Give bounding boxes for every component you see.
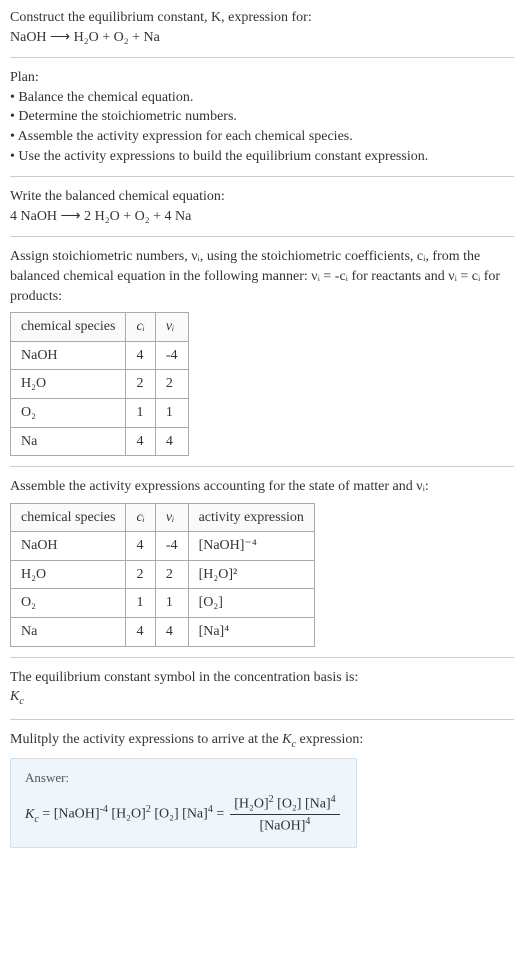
cell-activity: [O₂] (188, 589, 314, 618)
cell-ci: 2 (126, 560, 155, 589)
cell-species: Na (11, 618, 126, 647)
cell-species: NaOH (11, 341, 126, 370)
activity-label: Assemble the activity expressions accoun… (10, 477, 514, 497)
balanced-eq: 4 NaOH ⟶ 2 H₂O + O₂ + 4 Na (10, 207, 514, 227)
divider (10, 236, 514, 237)
cell-vi: -4 (155, 341, 188, 370)
cell-species: NaOH (11, 532, 126, 561)
divider (10, 57, 514, 58)
cell-activity: [Na]⁴ (188, 618, 314, 647)
intro-line1: Construct the equilibrium constant, K, e… (10, 8, 514, 28)
balanced-section: Write the balanced chemical equation: 4 … (10, 187, 514, 226)
table-header-row: chemical species cᵢ νᵢ activity expressi… (11, 503, 315, 532)
cell-vi: 4 (155, 427, 188, 456)
intro-eq: NaOH ⟶ H₂O + O₂ + Na (10, 28, 514, 48)
cell-species: O₂ (11, 398, 126, 427)
answer-title: Answer: (25, 769, 342, 787)
cell-species: H₂O (11, 560, 126, 589)
cell-vi: 2 (155, 370, 188, 399)
answer-box: Answer: Kc = [NaOH]-4 [H₂O]2 [O₂] [Na]4 … (10, 758, 357, 848)
answer-fraction: [H₂O]2 [O₂] [Na]4 [NaOH]4 (230, 793, 339, 837)
table-row: NaOH 4 -4 [NaOH]⁻⁴ (11, 532, 315, 561)
divider (10, 466, 514, 467)
header-vi: νᵢ (155, 313, 188, 342)
symbol-kc: Kc (10, 687, 514, 709)
cell-ci: 4 (126, 618, 155, 647)
activity-table: chemical species cᵢ νᵢ activity expressi… (10, 503, 315, 647)
symbol-label: The equilibrium constant symbol in the c… (10, 668, 514, 688)
symbol-section: The equilibrium constant symbol in the c… (10, 668, 514, 709)
table-row: O₂ 1 1 (11, 398, 189, 427)
cell-ci: 2 (126, 370, 155, 399)
cell-species: O₂ (11, 589, 126, 618)
stoich-table: chemical species cᵢ νᵢ NaOH 4 -4 H₂O 2 2… (10, 312, 189, 456)
divider (10, 719, 514, 720)
answer-denominator: [NaOH]4 (230, 815, 339, 836)
cell-vi: 1 (155, 589, 188, 618)
cell-species: H₂O (11, 370, 126, 399)
plan-item-1: • Determine the stoichiometric numbers. (10, 107, 514, 127)
cell-ci: 4 (126, 532, 155, 561)
table-row: Na 4 4 [Na]⁴ (11, 618, 315, 647)
table-row: H₂O 2 2 (11, 370, 189, 399)
header-ci: cᵢ (126, 503, 155, 532)
table-row: Na 4 4 (11, 427, 189, 456)
plan-label: Plan: (10, 68, 514, 88)
plan-item-0: • Balance the chemical equation. (10, 88, 514, 108)
plan-section: Plan: • Balance the chemical equation. •… (10, 68, 514, 166)
plan-item-2: • Assemble the activity expression for e… (10, 127, 514, 147)
cell-species: Na (11, 427, 126, 456)
stoich-label: Assign stoichiometric numbers, νᵢ, using… (10, 247, 514, 306)
multiply-section: Mulitply the activity expressions to arr… (10, 730, 514, 847)
header-activity: activity expression (188, 503, 314, 532)
table-row: NaOH 4 -4 (11, 341, 189, 370)
answer-expression: Kc = [NaOH]-4 [H₂O]2 [O₂] [Na]4 = [H₂O]2… (25, 793, 342, 837)
activity-section: Assemble the activity expressions accoun… (10, 477, 514, 647)
cell-ci: 4 (126, 341, 155, 370)
plan-item-3: • Use the activity expressions to build … (10, 147, 514, 167)
table-row: O₂ 1 1 [O₂] (11, 589, 315, 618)
cell-vi: -4 (155, 532, 188, 561)
divider (10, 176, 514, 177)
cell-ci: 1 (126, 589, 155, 618)
header-species: chemical species (11, 313, 126, 342)
table-row: H₂O 2 2 [H₂O]² (11, 560, 315, 589)
header-species: chemical species (11, 503, 126, 532)
header-vi: νᵢ (155, 503, 188, 532)
cell-ci: 1 (126, 398, 155, 427)
intro: Construct the equilibrium constant, K, e… (10, 8, 514, 47)
cell-vi: 2 (155, 560, 188, 589)
balanced-label: Write the balanced chemical equation: (10, 187, 514, 207)
answer-lhs: Kc = [NaOH]-4 [H₂O]2 [O₂] [Na]4 = (25, 803, 224, 826)
answer-numerator: [H₂O]2 [O₂] [Na]4 (230, 793, 339, 815)
cell-ci: 4 (126, 427, 155, 456)
header-ci: cᵢ (126, 313, 155, 342)
stoich-section: Assign stoichiometric numbers, νᵢ, using… (10, 247, 514, 456)
table-header-row: chemical species cᵢ νᵢ (11, 313, 189, 342)
cell-vi: 4 (155, 618, 188, 647)
multiply-label: Mulitply the activity expressions to arr… (10, 730, 514, 752)
divider (10, 657, 514, 658)
cell-vi: 1 (155, 398, 188, 427)
cell-activity: [H₂O]² (188, 560, 314, 589)
cell-activity: [NaOH]⁻⁴ (188, 532, 314, 561)
